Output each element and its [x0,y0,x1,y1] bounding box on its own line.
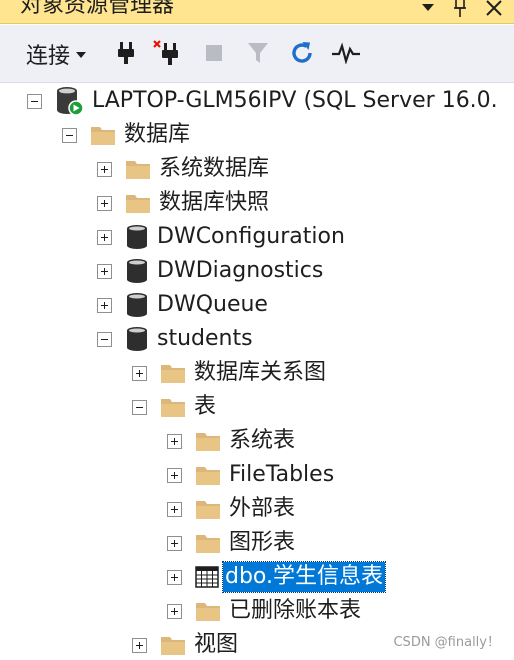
disconnect-plug-icon[interactable] [152,38,182,68]
expand-toggle[interactable] [97,229,112,245]
collapse-toggle[interactable] [132,399,147,415]
collapse-toggle[interactable] [62,127,77,143]
folder-icon [160,634,186,656]
folder-icon [125,192,151,214]
database-icon [125,224,149,250]
filter-icon[interactable] [243,38,273,68]
expand-toggle[interactable] [167,501,182,517]
panel-title: 对象资源管理器 [20,0,175,18]
panel-title-bar: 对象资源管理器 [0,0,514,24]
tables-label: 表 [194,394,217,419]
student-table-label: dbo.学生信息表 [222,561,386,593]
database-icon [125,292,149,318]
tree-node-db-students[interactable]: students [97,322,255,356]
snapshots-label: 数据库快照 [159,190,270,215]
expand-toggle[interactable] [132,637,147,653]
folder-icon [195,498,221,520]
folder-icon [160,396,186,418]
db-label: DWDiagnostics [157,258,324,283]
object-explorer-tree: LAPTOP-GLM56IPV (SQL Server 16.0. 数据库 系统… [0,84,514,660]
tree-node-snapshots[interactable]: 数据库快照 [97,186,271,220]
refresh-icon[interactable] [287,38,317,68]
connect-label: 连接 [26,44,71,69]
activity-monitor-icon[interactable] [331,38,361,68]
folder-icon [195,430,221,452]
server-label: LAPTOP-GLM56IPV (SQL Server 16.0. [92,88,498,113]
expand-toggle[interactable] [167,603,182,619]
connect-button[interactable]: 连接 [26,39,87,69]
connect-plug-icon[interactable] [111,38,141,68]
table-grid-icon [195,566,219,588]
tree-node-student-table[interactable]: dbo.学生信息表 [167,560,386,594]
external-tables-label: 外部表 [229,496,296,521]
tree-node-views[interactable]: 视图 [132,628,240,660]
expand-toggle[interactable] [167,433,182,449]
tree-node-db-dwconfiguration[interactable]: DWConfiguration [97,220,347,254]
system-tables-label: 系统表 [229,428,296,453]
folder-icon [195,464,221,486]
expand-toggle[interactable] [97,297,112,313]
folder-icon [195,532,221,554]
stop-icon[interactable] [199,38,229,68]
collapse-toggle[interactable] [97,331,112,347]
db-label: DWQueue [157,292,268,317]
folder-icon [195,600,221,622]
tree-node-server[interactable]: LAPTOP-GLM56IPV (SQL Server 16.0. [27,84,500,118]
folder-icon [125,158,151,180]
expand-toggle[interactable] [97,161,112,177]
folder-icon [90,124,116,146]
tree-node-system-databases[interactable]: 系统数据库 [97,152,271,186]
expand-toggle[interactable] [97,195,112,211]
db-label: students [157,326,253,351]
folder-icon [160,362,186,384]
graph-tables-label: 图形表 [229,530,296,555]
tree-node-databases[interactable]: 数据库 [62,118,192,152]
expand-toggle[interactable] [167,535,182,551]
expand-toggle[interactable] [167,467,182,483]
databases-label: 数据库 [124,122,191,147]
watermark-text: CSDN @finally！ [393,635,500,650]
tree-node-graph-tables[interactable]: 图形表 [167,526,297,560]
chevron-down-icon[interactable] [416,0,440,20]
tree-node-db-dwdiagnostics[interactable]: DWDiagnostics [97,254,325,288]
tree-node-system-tables[interactable]: 系统表 [167,424,297,458]
tree-node-dropped-ledger[interactable]: 已删除账本表 [167,594,363,628]
system-databases-label: 系统数据库 [159,156,270,181]
database-icon [125,258,149,284]
expand-toggle[interactable] [97,263,112,279]
close-icon[interactable] [482,0,506,20]
tree-node-diagrams[interactable]: 数据库关系图 [132,356,328,390]
tree-node-db-dwqueue[interactable]: DWQueue [97,288,270,322]
expand-toggle[interactable] [132,365,147,381]
tree-node-tables[interactable]: 表 [132,390,218,424]
dropped-ledger-label: 已删除账本表 [229,598,362,623]
toolbar: 连接 [0,25,514,83]
caret-down-icon [76,52,87,58]
collapse-toggle[interactable] [27,93,42,109]
filetables-label: FileTables [229,462,335,487]
diagrams-label: 数据库关系图 [194,360,327,385]
database-icon [125,326,149,352]
tree-node-external-tables[interactable]: 外部表 [167,492,297,526]
tree-node-filetables[interactable]: FileTables [167,458,336,492]
db-label: DWConfiguration [157,224,345,249]
expand-toggle[interactable] [167,569,182,585]
views-label: 视图 [194,632,239,657]
pin-icon[interactable] [448,0,472,20]
server-running-icon [56,86,84,116]
